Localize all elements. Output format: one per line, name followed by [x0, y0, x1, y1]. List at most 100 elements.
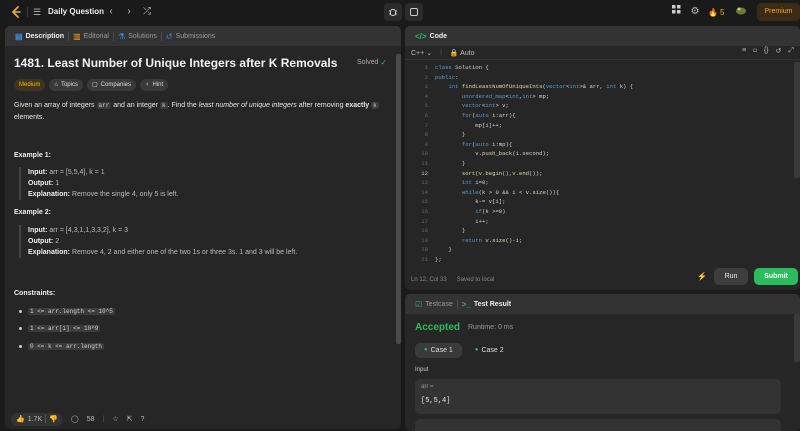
tab-solutions[interactable]: ⚗ Solutions	[114, 32, 161, 41]
lock-icon: ▢	[91, 82, 98, 88]
test-result-panel: ☑ Testcase >_ Test Result Accepted Runti…	[405, 294, 800, 431]
desc-text: . Find the	[167, 102, 199, 109]
chip-label: Hint	[152, 82, 164, 88]
constraint-text: 0 <= k <= arr.length	[28, 343, 105, 350]
tab-label: Submissions	[175, 32, 216, 40]
code-line[interactable]: 2 public:	[405, 74, 785, 82]
notes-button[interactable]	[405, 3, 423, 21]
description-panel: ▤ Description ▥ Editorial ⚗ Solutions ↺ …	[5, 26, 401, 429]
tab-testcase[interactable]: ☑ Testcase	[411, 300, 457, 309]
companies-chip[interactable]: ▢ Companies	[86, 79, 137, 91]
code-line[interactable]: 14 while(k > 0 && i < v.size()){	[405, 189, 785, 197]
run-button[interactable]: Run	[714, 268, 748, 285]
submit-button[interactable]: Submit	[754, 268, 798, 285]
auto-mode-toggle[interactable]: 🔒 Auto	[450, 49, 475, 57]
playground-icon[interactable]: ⚡	[697, 272, 707, 281]
format-icon[interactable]: ≡	[742, 47, 746, 55]
book-icon: ▥	[73, 31, 81, 41]
code-line[interactable]: 19 return v.size()-i;	[405, 237, 785, 245]
line-number: 10	[421, 150, 428, 158]
hint-chip[interactable]: ♀ Hint	[140, 79, 169, 91]
debug-button[interactable]	[384, 3, 402, 21]
braces-icon[interactable]: {}	[764, 47, 769, 55]
code-line[interactable]: 17 i++;	[405, 218, 785, 226]
code-text: k-= v[i];	[435, 198, 506, 206]
code-line[interactable]: 20 }	[405, 246, 785, 254]
fullscreen-icon[interactable]: ⤢	[788, 47, 794, 55]
code-editor[interactable]: 1 class Solution { 2 public: 3 int findLeast…	[405, 64, 795, 290]
code-line[interactable]: 11 }	[405, 160, 785, 168]
help-icon[interactable]: ?	[140, 416, 144, 423]
result-scrollbar[interactable]	[794, 314, 800, 362]
check-circle-icon: ✓	[380, 58, 388, 67]
chevron-left-icon[interactable]: ‹	[104, 5, 118, 19]
output-label: Output:	[28, 238, 54, 245]
code-line[interactable]: 7 mp[i]++;	[405, 122, 785, 130]
tab-code[interactable]: </> Code	[411, 32, 451, 41]
thumbs-down-icon[interactable]: 👎	[49, 415, 58, 423]
code-line[interactable]: 3 int findLeastNumOfUniqueInts(vector<in…	[405, 83, 785, 91]
code-line[interactable]: 16 if(k >=0)	[405, 208, 785, 216]
language-value: C++	[411, 49, 425, 57]
code-line[interactable]: 12 sort(v.begin(),v.end());	[405, 170, 785, 178]
streak-counter[interactable]: 🔥 5	[708, 5, 724, 19]
code-text: vector<int> v;	[461, 102, 509, 110]
tab-description[interactable]: ▤ Description	[11, 32, 68, 41]
case-1-tab[interactable]: ● Case 1	[415, 343, 462, 358]
code-line[interactable]: 18 }	[405, 227, 785, 235]
code-line[interactable]: 8 }	[405, 131, 785, 139]
code-line[interactable]: 9 for(auto i:mp){	[405, 141, 785, 149]
tab-submissions[interactable]: ↺ Submissions	[162, 32, 219, 41]
code-line[interactable]: 13 int i=0;	[405, 179, 785, 187]
terminal-icon: >_	[461, 299, 471, 309]
constraint-item: 1 <= arr.length <= 10^5	[19, 308, 115, 315]
case-2-tab[interactable]: ● Case 2	[466, 343, 513, 358]
editor-scrollbar[interactable]	[794, 62, 800, 178]
premium-button[interactable]: Premium	[757, 3, 800, 21]
tab-test-result[interactable]: >_ Test Result	[458, 300, 515, 309]
tab-editorial[interactable]: ▥ Editorial	[69, 32, 113, 41]
code-text: }	[435, 227, 466, 235]
comment-icon[interactable]: ◯	[71, 415, 79, 423]
input-label: Input:	[28, 169, 48, 176]
code-line[interactable]: 15 k-= v[i];	[405, 198, 785, 206]
comment-count[interactable]: 58	[87, 416, 95, 423]
problem-title[interactable]: 1481. Least Number of Unique Integers af…	[14, 56, 337, 70]
code-line[interactable]: 5 vector<int> v;	[405, 102, 785, 110]
line-number: 14	[421, 188, 428, 196]
topics-chip[interactable]: ⌂ Topics	[49, 79, 83, 91]
like-button[interactable]: 👍 1.7K 👎	[11, 412, 63, 426]
problem-list-icon[interactable]: ☰	[33, 7, 43, 17]
daily-question-title[interactable]: Daily Question	[48, 6, 104, 18]
line-number: 12	[421, 169, 428, 177]
code-line[interactable]: 10 v.push_back(i.second);	[405, 150, 785, 158]
language-select[interactable]: C++ ⌄	[411, 49, 432, 57]
tab-label: Test Result	[473, 300, 512, 308]
code-text: };	[435, 256, 442, 263]
share-icon[interactable]: ⇱	[127, 415, 133, 423]
tab-label: Description	[25, 32, 65, 40]
desc-text: Given an array of integers	[14, 102, 97, 109]
divider	[27, 7, 28, 17]
code-line[interactable]: 6 for(auto i:arr){	[405, 112, 785, 120]
bookmark-icon[interactable]: ⌑	[753, 47, 757, 55]
like-count: 1.7K	[27, 415, 43, 423]
bullet	[19, 345, 22, 348]
case-label: Case 1	[430, 347, 453, 354]
shuffle-icon[interactable]: ⤮	[140, 5, 154, 19]
chevron-right-icon[interactable]: ›	[122, 5, 136, 19]
apps-grid-icon[interactable]	[669, 5, 683, 19]
reset-icon[interactable]: ↺	[776, 47, 782, 55]
code-line[interactable]: 4 unordered_map<int,int> mp;	[405, 93, 785, 101]
avatar[interactable]	[734, 5, 748, 19]
output-label: Output:	[28, 180, 54, 187]
star-icon[interactable]: ☆	[112, 415, 118, 423]
gear-icon[interactable]: ⚙	[688, 5, 702, 19]
code-line[interactable]: 21};	[405, 256, 785, 264]
desc-text: elements.	[14, 114, 45, 121]
example-2-block: Input: arr = [4,3,1,1,3,3,2], k = 3 Outp…	[19, 225, 297, 258]
code-line[interactable]: 1 class Solution {	[405, 64, 785, 72]
chip-label: Companies	[100, 82, 132, 88]
scrollbar-thumb[interactable]	[396, 54, 401, 344]
leetcode-logo-icon[interactable]	[9, 5, 23, 19]
